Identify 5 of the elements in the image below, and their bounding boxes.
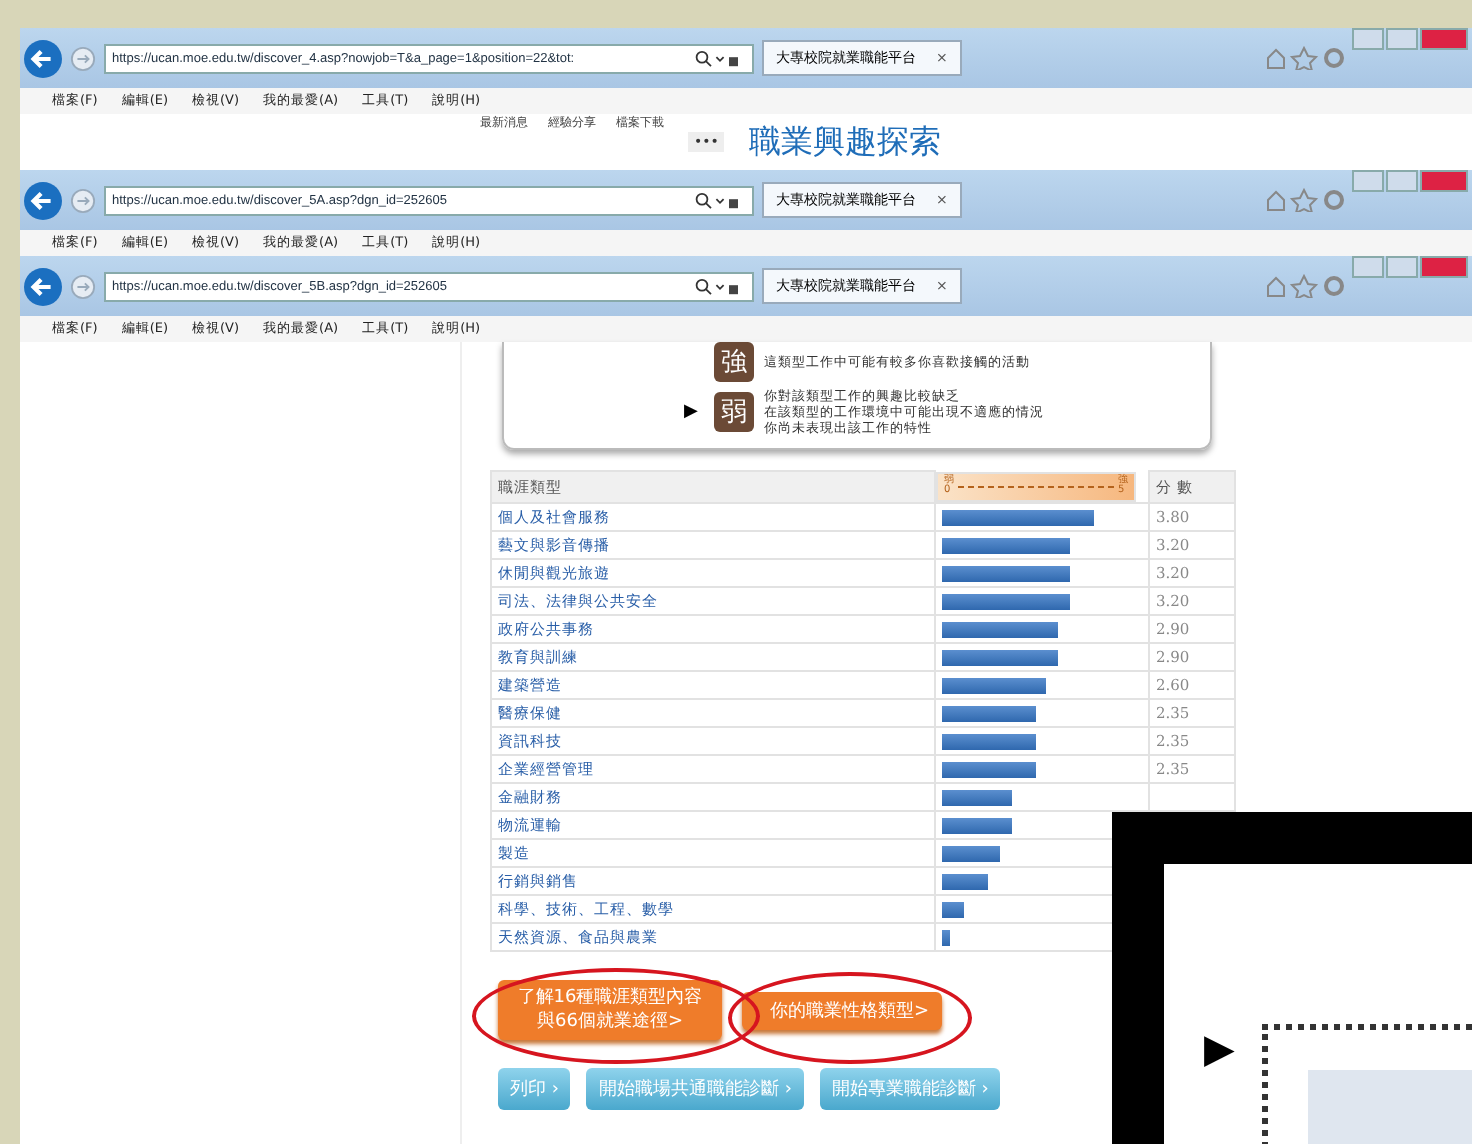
pointer-icon: ▶ bbox=[1204, 1024, 1235, 1072]
level-badge: 弱 bbox=[714, 392, 754, 432]
page-heading: 職業興趣探索 bbox=[748, 121, 941, 163]
pointer-icon: ▶ bbox=[684, 402, 704, 422]
level-badge: 強 bbox=[714, 342, 754, 382]
